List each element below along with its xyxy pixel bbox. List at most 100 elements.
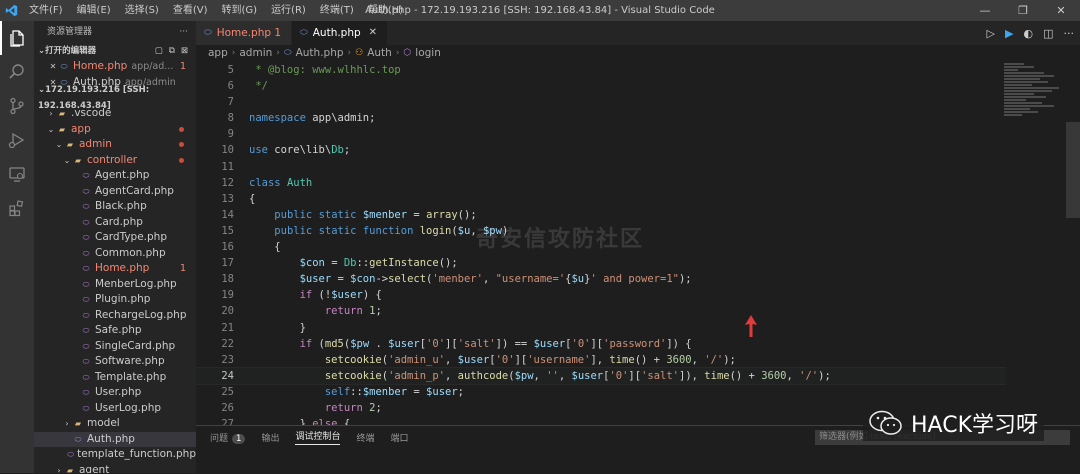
file-item[interactable]: ⬭ Card.php	[34, 215, 196, 231]
explorer-icon[interactable]	[0, 21, 34, 55]
code-line[interactable]: 12 class Auth	[196, 175, 1006, 191]
code-text: return 1;	[324, 305, 382, 318]
folder-item[interactable]: › ▰ .vscode	[34, 106, 196, 122]
chevron-right-icon: ›	[276, 48, 280, 58]
menu-item[interactable]: 帮助(H)	[361, 0, 410, 21]
code-line[interactable]: 25 self::$menber = $user;	[196, 384, 1006, 400]
folder-item[interactable]: › ▰ model	[34, 416, 196, 432]
open-editor-item[interactable]: ✕ ⬭ Home.php app/ad... 1	[34, 59, 196, 75]
source-control-icon[interactable]	[0, 89, 34, 123]
tree-item-label: MenberLog.php	[95, 277, 177, 290]
panel-tab[interactable]: 端口	[390, 431, 408, 444]
minimize-button[interactable]: —	[966, 0, 1004, 21]
file-item[interactable]: ⬭ CardType.php	[34, 230, 196, 246]
file-item[interactable]: ⬭ Safe.php	[34, 323, 196, 339]
code-line[interactable]: 20 return 1;	[196, 303, 1006, 319]
php-file-icon: ⬭	[82, 186, 90, 196]
open-editor-item[interactable]: ✕ ⬭ Auth.php app/admin	[34, 75, 196, 91]
file-item[interactable]: ⬭ Home.php 1	[34, 261, 196, 277]
breadcrumb-item[interactable]: Auth.php	[296, 45, 344, 62]
breadcrumb-item[interactable]: login	[415, 45, 441, 62]
minimap[interactable]	[1004, 62, 1066, 202]
workspace-header[interactable]: ⌄172.19.193.216 [SSH: 192.168.43.84]	[34, 85, 196, 111]
close-icon[interactable]: ✕	[48, 59, 58, 75]
code-line[interactable]: 23 setcookie('admin_u', $user['0']['user…	[196, 352, 1006, 368]
code-line[interactable]: 18 $user = $con->select('menber', "usern…	[196, 271, 1006, 287]
code-line[interactable]: 19 if (!$user) {	[196, 287, 1006, 303]
breadcrumb-item[interactable]: Auth	[367, 45, 392, 62]
restore-button[interactable]: ❐	[1004, 0, 1042, 21]
close-icon[interactable]: ✕	[48, 75, 58, 91]
file-item[interactable]: ⬭ Common.php	[34, 246, 196, 262]
file-item[interactable]: ⬭ template_function.php	[34, 447, 196, 463]
code-line[interactable]: 5 * @blog: www.wlhhlc.top	[196, 62, 1006, 78]
search-icon[interactable]	[0, 55, 34, 89]
close-all-icon[interactable]: ⊠	[181, 43, 188, 59]
code-line[interactable]: 9	[196, 126, 1006, 142]
folder-item[interactable]: ⌄ ▰ controller	[34, 153, 196, 169]
compare-icon[interactable]: ◐	[1023, 27, 1033, 40]
vertical-scrollbar[interactable]	[1066, 62, 1080, 435]
menu-item[interactable]: 运行(R)	[264, 0, 313, 21]
extensions-icon[interactable]	[0, 191, 34, 225]
code-line[interactable]: 8 namespace app\admin;	[196, 110, 1006, 126]
file-item[interactable]: ⬭ Auth.php	[34, 431, 196, 447]
file-item[interactable]: ⬭ Agent.php	[34, 168, 196, 184]
folder-item[interactable]: › ▰ agent	[34, 463, 196, 474]
panel-tab[interactable]: 输出	[261, 431, 279, 444]
close-tab-icon[interactable]: ✕	[369, 21, 377, 45]
file-item[interactable]: ⬭ Software.php	[34, 354, 196, 370]
save-all-icon[interactable]: ⧉	[169, 43, 175, 59]
split-editor-icon[interactable]: ◫	[1043, 27, 1053, 40]
tab-auth-php[interactable]: ⬭ Auth.php ✕	[292, 21, 389, 45]
code-line[interactable]: 24 setcookie('admin_p', authcode($pw, ''…	[196, 366, 1006, 385]
window-controls: — ❐ ✕	[966, 0, 1080, 21]
run-icon[interactable]: ▷	[987, 27, 995, 40]
code-line[interactable]: 10 use core\lib\Db;	[196, 142, 1006, 158]
menu-item[interactable]: 查看(V)	[166, 0, 215, 21]
menu-item[interactable]: 转到(G)	[215, 0, 265, 21]
panel-tab[interactable]: 调试控制台	[295, 429, 341, 445]
php-file-icon: ⬭	[283, 48, 292, 58]
remote-explorer-icon[interactable]	[0, 157, 34, 191]
run-debug-icon[interactable]	[0, 123, 34, 157]
file-item[interactable]: ⬭ Black.php	[34, 199, 196, 215]
folder-item[interactable]: ⌄ ▰ app	[34, 122, 196, 138]
more-actions-icon[interactable]: ···	[179, 21, 188, 43]
code-text: self::$menber = $user;	[324, 385, 464, 398]
breadcrumb-item[interactable]: admin	[239, 45, 272, 62]
code-line[interactable]: 11	[196, 159, 1006, 175]
file-item[interactable]: ⬭ RechargeLog.php	[34, 308, 196, 324]
file-item[interactable]: ⬭ SingleCard.php	[34, 339, 196, 355]
folder-item[interactable]: ⌄ ▰ admin	[34, 137, 196, 153]
php-file-icon: ⬭	[82, 310, 90, 320]
breadcrumb-item[interactable]: app	[208, 45, 228, 62]
open-editors-header[interactable]: ⌄打开的编辑器 ▢ ⧉ ⊠	[34, 43, 196, 59]
file-item[interactable]: ⬭ MenberLog.php	[34, 277, 196, 293]
code-line[interactable]: 13 {	[196, 191, 1006, 207]
close-window-button[interactable]: ✕	[1042, 0, 1080, 21]
panel-tab[interactable]: 问题 1	[210, 431, 246, 444]
new-file-icon[interactable]: ▢	[155, 43, 163, 59]
tab-home-php[interactable]: ⬭ Home.php 1	[196, 21, 293, 45]
file-item[interactable]: ⬭ AgentCard.php	[34, 184, 196, 200]
code-line[interactable]: 17 $con = Db::getInstance();	[196, 255, 1006, 271]
menu-item[interactable]: 编辑(E)	[70, 0, 118, 21]
code-line[interactable]: 7	[196, 94, 1006, 110]
file-item[interactable]: ⬭ Plugin.php	[34, 292, 196, 308]
menu-item[interactable]: 终端(T)	[313, 0, 361, 21]
code-line[interactable]: 6 */	[196, 78, 1006, 94]
code-line[interactable]: 21 }	[196, 320, 1006, 336]
menu-item[interactable]: 选择(S)	[118, 0, 166, 21]
php-file-icon: ⬭	[300, 28, 308, 38]
code-line[interactable]: 22 if (md5($pw . $user['0']['salt']) == …	[196, 336, 1006, 352]
file-item[interactable]: ⬭ Template.php	[34, 370, 196, 386]
file-item[interactable]: ⬭ User.php	[34, 385, 196, 401]
more-actions-icon[interactable]: ···	[1064, 27, 1075, 40]
file-item[interactable]: ⬭ UserLog.php	[34, 401, 196, 417]
menu-item[interactable]: 文件(F)	[22, 0, 70, 21]
remote-icon[interactable]: ▶	[1005, 27, 1013, 40]
scrollbar-thumb[interactable]	[1066, 122, 1080, 218]
panel-tab[interactable]: 终端	[356, 431, 374, 444]
code-text: }	[249, 321, 306, 334]
